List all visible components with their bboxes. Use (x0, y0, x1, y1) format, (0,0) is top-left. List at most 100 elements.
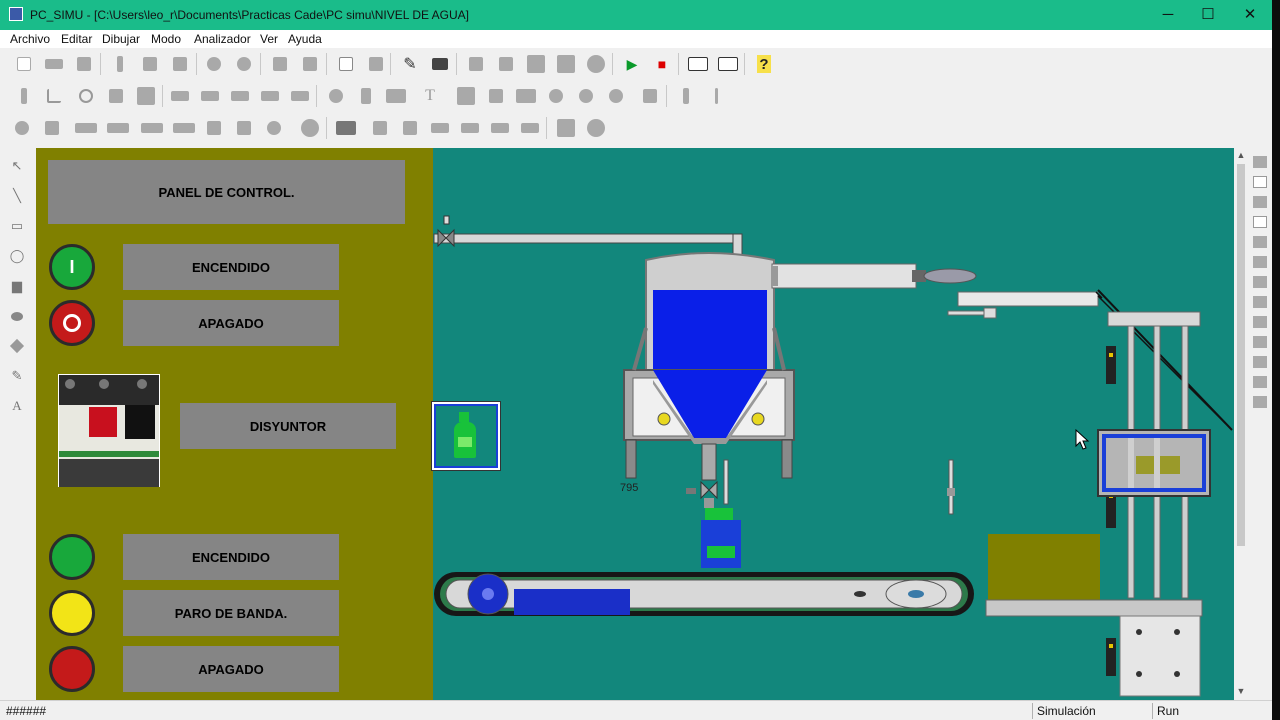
cut-icon[interactable] (108, 52, 132, 76)
open-file-icon[interactable] (42, 52, 66, 76)
group-icon[interactable] (268, 52, 292, 76)
probe-icon[interactable] (704, 84, 728, 108)
grid-icon[interactable] (334, 52, 358, 76)
gear-icon[interactable] (544, 84, 568, 108)
library-item-icon[interactable] (1253, 376, 1267, 388)
redo-icon[interactable] (232, 52, 256, 76)
ungroup-icon[interactable] (298, 52, 322, 76)
robot-icon[interactable] (262, 116, 286, 140)
new-file-icon[interactable] (12, 52, 36, 76)
upload-icon[interactable] (524, 52, 548, 76)
pipe-icon[interactable] (198, 84, 222, 108)
cylinder-icon[interactable] (354, 84, 378, 108)
level-sensor-icon[interactable] (947, 459, 955, 515)
chart-icon[interactable] (716, 52, 740, 76)
library-item-icon[interactable] (1253, 156, 1267, 168)
minimize-button[interactable]: ─ (1146, 0, 1190, 30)
valve-icon[interactable] (398, 116, 422, 140)
plc-icon[interactable] (554, 52, 578, 76)
rectangle-tool-icon[interactable]: ▭ (9, 218, 25, 234)
download-icon[interactable] (494, 52, 518, 76)
text-icon[interactable]: A (9, 398, 25, 414)
cylinder-actuator-icon[interactable] (172, 116, 196, 140)
library-item-icon[interactable] (1253, 176, 1267, 188)
menu-editar[interactable]: Editar (61, 32, 92, 46)
image-icon[interactable] (514, 84, 538, 108)
brush-icon[interactable]: ✎ (9, 368, 25, 384)
monitor-icon[interactable] (428, 52, 452, 76)
library-item-icon[interactable] (1253, 396, 1267, 408)
pump-icon[interactable] (604, 84, 628, 108)
cross-icon[interactable] (104, 84, 128, 108)
save-icon[interactable] (72, 52, 96, 76)
pipe-straight-icon[interactable] (228, 84, 252, 108)
menu-analizador[interactable]: Analizador (194, 32, 251, 46)
close-button[interactable]: ✕ (1228, 0, 1272, 30)
library-item-icon[interactable] (1253, 356, 1267, 368)
run-icon[interactable]: ▶ (620, 52, 644, 76)
analyzer-icon[interactable] (686, 52, 710, 76)
dimension-icon[interactable] (12, 84, 36, 108)
filled-rect-icon[interactable]: ▆ (9, 278, 25, 294)
library-item-icon[interactable] (1253, 296, 1267, 308)
line-icon[interactable]: ╲ (9, 188, 25, 204)
library-item-icon[interactable] (1253, 216, 1267, 228)
circle-icon[interactable] (324, 84, 348, 108)
scroll-down-icon[interactable]: ▼ (1236, 686, 1246, 696)
library-item-icon[interactable] (1253, 196, 1267, 208)
vertical-scrollbar[interactable]: ▲ ▼ (1234, 148, 1248, 700)
paint-bucket-icon[interactable] (9, 338, 25, 354)
simulation-canvas[interactable]: PANEL DE CONTROL. I ENCENDIDO APAGADO DI… (36, 148, 1234, 700)
settings-icon[interactable] (298, 116, 322, 140)
pipe-elbow-icon[interactable] (288, 84, 312, 108)
maximize-button[interactable]: ☐ (1186, 0, 1230, 30)
frame-tool-icon[interactable] (554, 116, 578, 140)
junction-icon[interactable] (484, 84, 508, 108)
bar-icon[interactable] (518, 116, 542, 140)
filled-ellipse-icon[interactable] (9, 308, 25, 324)
text-tool-icon[interactable]: T (418, 84, 442, 108)
scroll-thumb[interactable] (1237, 164, 1245, 546)
press-icon[interactable] (202, 116, 226, 140)
lift-icon[interactable] (232, 116, 256, 140)
library-item-icon[interactable] (1253, 276, 1267, 288)
library-item-icon[interactable] (1253, 256, 1267, 268)
hatch-icon[interactable] (488, 116, 512, 140)
tank-icon[interactable] (368, 116, 392, 140)
library-item-icon[interactable] (1253, 236, 1267, 248)
box-icon[interactable] (40, 116, 64, 140)
library-item-icon[interactable] (1253, 316, 1267, 328)
motor-icon[interactable] (428, 116, 452, 140)
compile-icon[interactable] (464, 52, 488, 76)
undo-icon[interactable] (202, 52, 226, 76)
belt-icon[interactable] (106, 116, 130, 140)
stop-icon[interactable]: ■ (650, 52, 674, 76)
paste-icon[interactable] (168, 52, 192, 76)
ellipse-icon[interactable]: ◯ (9, 248, 25, 264)
truck-icon[interactable] (458, 116, 482, 140)
pipe-valve-icon[interactable] (168, 84, 192, 108)
rectangle-icon[interactable] (384, 84, 408, 108)
menu-dibujar[interactable]: Dibujar (102, 32, 140, 46)
fan-icon[interactable] (574, 84, 598, 108)
help-icon[interactable]: ? (757, 55, 771, 73)
frame-icon[interactable] (134, 84, 158, 108)
speaker-icon[interactable] (638, 84, 662, 108)
menu-archivo[interactable]: Archivo (10, 32, 50, 46)
copy-icon[interactable] (138, 52, 162, 76)
library-item-icon[interactable] (1253, 336, 1267, 348)
panel-icon[interactable] (454, 84, 478, 108)
arc-icon[interactable] (74, 84, 98, 108)
piston-icon[interactable] (140, 116, 164, 140)
display-icon[interactable] (334, 116, 358, 140)
conveyor-icon[interactable] (74, 116, 98, 140)
pipe-joint-icon[interactable] (258, 84, 282, 108)
sensor-icon[interactable] (674, 84, 698, 108)
menu-modo[interactable]: Modo (151, 32, 181, 46)
scroll-up-icon[interactable]: ▲ (1236, 150, 1246, 160)
snap-grid-icon[interactable] (364, 52, 388, 76)
link-icon[interactable] (584, 52, 608, 76)
hexagon-icon[interactable] (584, 116, 608, 140)
pencil-icon[interactable]: ✎ (398, 52, 422, 76)
menu-ver[interactable]: Ver (260, 32, 278, 46)
